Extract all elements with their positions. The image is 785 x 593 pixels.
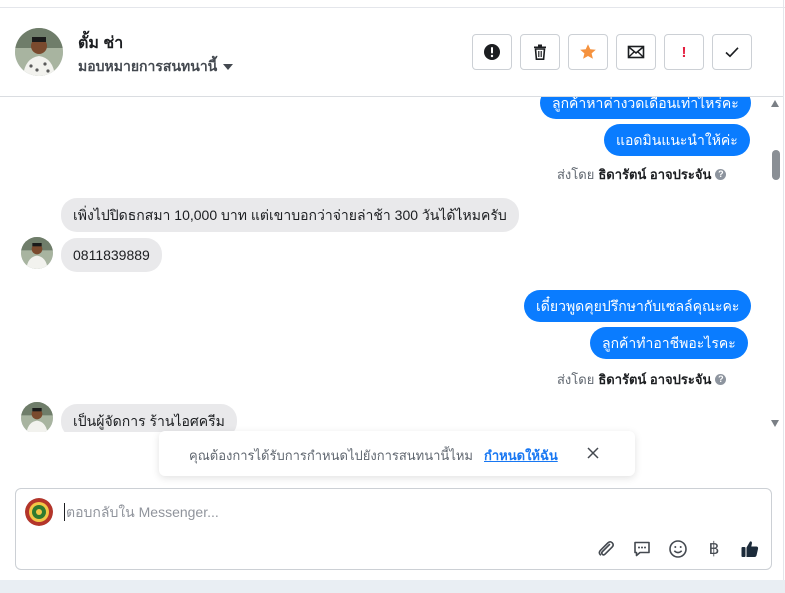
message-bubble-incoming[interactable]: เป็นผู้จัดการ ร้านไอศครีม xyxy=(61,404,237,432)
assign-prompt-toast: คุณต้องการได้รับการกำหนดไปยังการสนทนานี้… xyxy=(159,431,635,476)
assign-dropdown[interactable]: มอบหมายการสนทนานี้ xyxy=(78,56,234,78)
close-icon[interactable] xyxy=(585,445,601,461)
star-icon xyxy=(580,44,596,59)
message-thread[interactable]: ลูกค้าหาค่างวดเดือนเท่าไหร่คะ แอดมินแนะน… xyxy=(0,97,770,432)
conversation-header: ตั้ม ช่า มอบหมายการสนทนานี้ ! xyxy=(0,8,783,97)
sender-avatar[interactable] xyxy=(21,237,53,269)
assign-label: มอบหมายการสนทนานี้ xyxy=(78,58,218,74)
reply-composer: ตอบกลับใน Messenger... ฿ xyxy=(15,488,772,570)
sender-avatar[interactable] xyxy=(21,402,53,432)
saved-reply-icon xyxy=(634,541,650,557)
sent-by-prefix: ส่งโดย xyxy=(557,167,595,182)
info-icon[interactable]: ? xyxy=(715,169,727,180)
agent-name[interactable]: ธิดารัตน์ อาจประจัน xyxy=(598,164,711,185)
payment-button[interactable]: ฿ xyxy=(702,537,726,561)
message-bubble-outgoing[interactable]: แอดมินแนะนำให้ค่ะ xyxy=(604,124,750,156)
saved-replies-button[interactable] xyxy=(630,537,654,561)
page-footer-band xyxy=(0,580,785,593)
header-actions: ! xyxy=(472,34,752,70)
exclamation-icon: ! xyxy=(681,43,687,61)
message-bubble-outgoing[interactable]: เดี๋ยวพูดคุยปรึกษากับเซลล์คุณะคะ xyxy=(524,290,752,322)
sent-by-prefix: ส่งโดย xyxy=(557,372,595,387)
info-icon[interactable]: ? xyxy=(715,374,727,385)
right-divider xyxy=(783,0,784,580)
mark-unread-button[interactable] xyxy=(616,34,656,70)
thumbs-up-icon xyxy=(741,541,759,557)
scroll-up-arrow-icon[interactable] xyxy=(771,100,779,107)
paperclip-icon xyxy=(598,541,614,556)
like-button[interactable] xyxy=(738,537,762,561)
reply-input[interactable]: ตอบกลับใน Messenger... xyxy=(64,503,754,521)
message-bubble-incoming[interactable]: 0811839889 xyxy=(61,238,162,272)
composer-tools: ฿ xyxy=(594,537,762,561)
assign-to-me-link[interactable]: กำหนดให้ฉัน xyxy=(484,445,558,466)
baht-icon: ฿ xyxy=(708,539,720,558)
message-bubble-outgoing[interactable]: ลูกค้าทำอาชีพอะไรคะ xyxy=(590,327,748,359)
sent-by-line: ส่งโดย ธิดารัตน์ อาจประจัน ? xyxy=(557,369,727,390)
assign-prompt-text: คุณต้องการได้รับการกำหนดไปยังการสนทนานี้… xyxy=(189,448,473,463)
sent-by-line: ส่งโดย ธิดารัตน์ อาจประจัน ? xyxy=(557,164,727,185)
inbox-conversation-panel: ตั้ม ช่า มอบหมายการสนทนานี้ ! ลูกค้าหาค่… xyxy=(0,0,785,593)
attach-button[interactable] xyxy=(594,537,618,561)
contact-avatar[interactable] xyxy=(15,28,63,76)
page-avatar xyxy=(25,498,53,526)
emoji-button[interactable] xyxy=(666,537,690,561)
caret-down-icon xyxy=(223,64,234,70)
scrollbar-thumb[interactable] xyxy=(772,150,780,180)
alert-circle-icon xyxy=(484,44,500,60)
message-bubble-outgoing[interactable]: ลูกค้าหาค่างวดเดือนเท่าไหร่คะ xyxy=(540,97,751,119)
star-button[interactable] xyxy=(568,34,608,70)
contact-name: ตั้ม ช่า xyxy=(78,35,124,52)
done-button[interactable] xyxy=(712,34,752,70)
follow-up-button[interactable]: ! xyxy=(664,34,704,70)
envelope-icon xyxy=(627,45,645,59)
agent-name[interactable]: ธิดารัตน์ อาจประจัน xyxy=(598,369,711,390)
trash-icon xyxy=(534,44,546,60)
scroll-down-arrow-icon[interactable] xyxy=(771,420,779,427)
delete-button[interactable] xyxy=(520,34,560,70)
spam-button[interactable] xyxy=(472,34,512,70)
emoji-icon xyxy=(669,540,687,558)
message-bubble-incoming[interactable]: เพิ่งไปปิดธกสมา 10,000 บาท แต่เขาบอกว่าจ… xyxy=(61,198,519,232)
checkmark-icon xyxy=(725,47,739,58)
